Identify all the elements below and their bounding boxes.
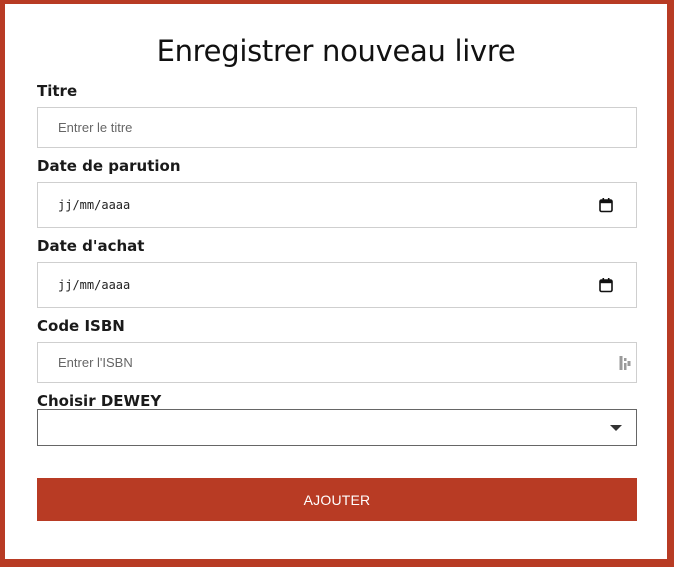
chevron-down-icon[interactable] (610, 425, 622, 431)
publication-date-value: jj/mm/aaaa (58, 198, 131, 212)
page-title: Enregistrer nouveau livre (156, 34, 516, 68)
dewey-select[interactable] (37, 409, 637, 446)
password-manager-key-icon[interactable] (619, 355, 631, 371)
purchase-date-label: Date d'achat (37, 237, 145, 255)
purchase-date-field[interactable]: jj/mm/aaaa (37, 262, 637, 308)
calendar-icon[interactable] (599, 278, 613, 293)
title-field[interactable] (37, 107, 637, 148)
dewey-label: Choisir DEWEY (37, 392, 162, 410)
publication-date-field[interactable]: jj/mm/aaaa (37, 182, 637, 228)
form-card: Enregistrer nouveau livre Titre Date de … (5, 4, 667, 559)
isbn-input[interactable] (38, 343, 636, 382)
purchase-date-value: jj/mm/aaaa (58, 278, 131, 292)
publication-date-label: Date de parution (37, 157, 181, 175)
calendar-icon[interactable] (599, 198, 613, 213)
title-input[interactable] (38, 108, 636, 147)
isbn-label: Code ISBN (37, 317, 125, 335)
isbn-field[interactable] (37, 342, 637, 383)
title-label: Titre (37, 82, 78, 100)
add-button[interactable]: AJOUTER (37, 478, 637, 521)
